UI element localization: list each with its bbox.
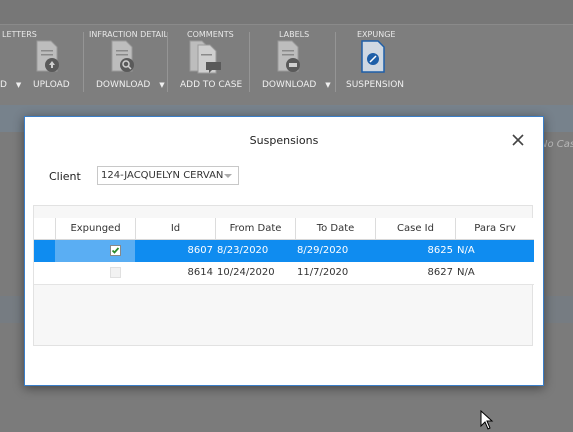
add-to-case-button[interactable]: ADD TO CASE bbox=[180, 80, 242, 90]
chevron-down-icon[interactable] bbox=[224, 174, 232, 178]
upload-button[interactable]: UPLOAD bbox=[33, 80, 70, 90]
dialog-title: Suspensions bbox=[249, 134, 319, 147]
expunge-suspension-button[interactable]: SUSPENSION bbox=[346, 80, 404, 90]
column-header-para-srv[interactable]: Para Srv bbox=[455, 218, 534, 239]
suspensions-dialog: Suspensions Client 124-JACQUELYN CERVAN … bbox=[24, 116, 544, 386]
suspension-document-icon[interactable] bbox=[360, 40, 388, 74]
expunged-checkbox[interactable] bbox=[110, 245, 121, 256]
cell-para-srv: N/A bbox=[457, 267, 475, 278]
labels-download-label: DOWNLOAD bbox=[262, 80, 317, 90]
column-header-to-date[interactable]: To Date bbox=[295, 218, 375, 239]
client-select-value: 124-JACQUELYN CERVAN bbox=[101, 170, 224, 181]
table-row[interactable]: 8614 10/24/2020 11/7/2020 8627 N/A bbox=[34, 262, 534, 285]
group-expunge-label: EXPUNGE bbox=[357, 30, 396, 39]
comments-add-icon[interactable] bbox=[188, 40, 224, 74]
cell-case-id: 8627 bbox=[427, 267, 453, 278]
column-header-case-id[interactable]: Case Id bbox=[375, 218, 455, 239]
ribbon-toolbar: LETTERS INFRACTION DETAIL COMMENTS LABEL… bbox=[0, 0, 573, 105]
column-header-from-date[interactable]: From Date bbox=[215, 218, 295, 239]
letters-download-button[interactable]: D ▼ bbox=[0, 80, 21, 90]
ribbon-top-strip bbox=[0, 0, 573, 25]
cell-to-date: 11/7/2020 bbox=[297, 267, 349, 278]
ribbon-separator bbox=[249, 32, 250, 92]
client-select[interactable]: 124-JACQUELYN CERVAN bbox=[97, 166, 239, 185]
group-labels-label: LABELS bbox=[279, 30, 310, 39]
labels-download-button[interactable]: DOWNLOAD ▼ bbox=[262, 80, 331, 90]
client-label: Client bbox=[49, 170, 81, 183]
expunged-cell bbox=[55, 262, 135, 284]
checkmark-icon bbox=[111, 247, 120, 254]
grid-header-row: Expunged Id From Date To Date Case Id Pa… bbox=[34, 218, 534, 240]
row-selector[interactable] bbox=[34, 240, 55, 262]
cell-para-srv: N/A bbox=[457, 245, 475, 256]
cell-to-date: 8/29/2020 bbox=[297, 245, 349, 256]
chevron-down-icon[interactable]: ▼ bbox=[159, 81, 164, 89]
document-upload-icon[interactable] bbox=[35, 40, 61, 74]
chevron-down-icon[interactable]: ▼ bbox=[16, 81, 21, 89]
expunged-checkbox[interactable] bbox=[110, 267, 121, 278]
column-header-expunged[interactable]: Expunged bbox=[55, 218, 135, 239]
infraction-download-label: DOWNLOAD bbox=[96, 80, 151, 90]
chevron-down-icon[interactable]: ▼ bbox=[325, 81, 330, 89]
suspensions-grid: Expunged Id From Date To Date Case Id Pa… bbox=[33, 205, 534, 346]
cell-from-date: 8/23/2020 bbox=[217, 245, 269, 256]
no-case-text: No Case bbox=[540, 139, 573, 150]
label-document-icon[interactable] bbox=[276, 40, 304, 74]
document-search-icon[interactable] bbox=[110, 40, 138, 74]
close-icon[interactable] bbox=[510, 132, 526, 148]
table-row[interactable]: 8607 8/23/2020 8/29/2020 8625 N/A bbox=[34, 240, 534, 262]
column-header-id[interactable]: Id bbox=[135, 218, 215, 239]
group-comments-label: COMMENTS bbox=[187, 30, 234, 39]
cell-id: 8607 bbox=[187, 245, 213, 256]
cell-from-date: 10/24/2020 bbox=[217, 267, 275, 278]
expunged-cell bbox=[55, 240, 135, 262]
mouse-cursor-icon bbox=[480, 410, 494, 430]
ribbon-separator bbox=[335, 32, 336, 92]
letters-download-label: D bbox=[0, 80, 7, 90]
ribbon-separator bbox=[83, 32, 84, 92]
cell-id: 8614 bbox=[187, 267, 213, 278]
group-letters-label: LETTERS bbox=[2, 30, 37, 39]
ribbon-separator bbox=[167, 32, 168, 92]
infraction-download-button[interactable]: DOWNLOAD ▼ bbox=[96, 80, 165, 90]
cell-case-id: 8625 bbox=[427, 245, 453, 256]
group-infraction-detail-label: INFRACTION DETAIL bbox=[89, 30, 168, 39]
